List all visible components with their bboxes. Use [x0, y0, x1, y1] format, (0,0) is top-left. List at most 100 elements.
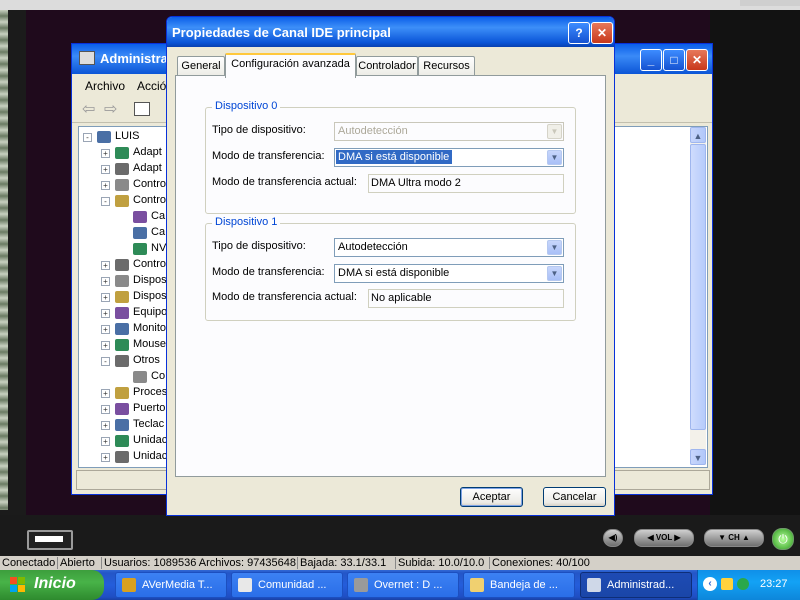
tree-item-label: Contro	[133, 178, 167, 190]
taskbar-button-label: Administrad...	[607, 579, 675, 591]
status-separator	[489, 557, 490, 569]
device-icon	[115, 403, 129, 415]
expand-icon[interactable]: +	[101, 149, 110, 158]
taskbar-button[interactable]: AVerMedia T...	[115, 572, 227, 598]
device-0-mode-label: Modo de transferencia:	[212, 150, 325, 162]
viewer-display-button[interactable]	[27, 530, 73, 550]
scroll-thumb[interactable]	[690, 144, 706, 430]
system-tray: ‹ 23:27	[697, 570, 800, 600]
power-button[interactable]: ⏻	[772, 528, 794, 550]
tab-advanced-settings[interactable]: Configuración avanzada	[225, 53, 356, 78]
tree-item-label: Dispos	[133, 274, 167, 286]
tree-item-label: Dispos	[133, 290, 167, 302]
app-icon	[470, 578, 484, 592]
accept-button[interactable]: Aceptar	[460, 487, 523, 507]
forward-arrow-icon[interactable]: ⇨	[104, 99, 117, 119]
taskbar-button[interactable]: Comunidad ...	[231, 572, 343, 598]
maximize-button[interactable]: □	[663, 49, 685, 71]
viewer-right-panel	[710, 10, 800, 515]
expand-icon[interactable]: +	[101, 261, 110, 270]
device-icon	[115, 259, 129, 271]
back-arrow-icon[interactable]: ⇦	[82, 99, 95, 119]
expand-icon[interactable]: +	[101, 453, 110, 462]
expand-icon[interactable]: +	[101, 181, 110, 190]
expand-icon[interactable]: +	[101, 341, 110, 350]
expand-icon[interactable]: +	[101, 309, 110, 318]
globe-icon[interactable]	[737, 578, 749, 590]
taskbar: Inicio AVerMedia T... Comunidad ... Overne…	[0, 570, 800, 600]
device-icon	[133, 371, 147, 383]
taskbar-button[interactable]: Bandeja de ...	[463, 572, 575, 598]
device-0-current-value: DMA Ultra modo 2	[371, 177, 461, 189]
network-icon[interactable]	[721, 578, 733, 590]
start-button[interactable]: Inicio	[0, 570, 104, 600]
chevron-down-icon[interactable]: ▼	[547, 266, 562, 281]
status-item: Abierto	[60, 557, 95, 569]
device-1-type-select[interactable]: Autodetección ▼	[334, 238, 564, 257]
device-0-group: Dispositivo 0 Tipo de dispositivo: Autod…	[205, 100, 576, 214]
cancel-button[interactable]: Cancelar	[543, 487, 606, 507]
tree-scrollbar[interactable]: ▲ ▼	[690, 127, 706, 465]
taskbar-button[interactable]: Administrad...	[580, 572, 692, 598]
volume-control[interactable]: ◀ VOL ▶	[634, 529, 694, 547]
channel-control[interactable]: ▼ CH ▲	[704, 529, 764, 547]
status-item: Conexiones: 40/100	[492, 557, 590, 569]
dialog-title: Propiedades de Canal IDE principal	[172, 25, 391, 40]
expand-icon[interactable]: +	[101, 293, 110, 302]
chevron-down-icon[interactable]: ▼	[547, 150, 562, 165]
expand-icon[interactable]: +	[101, 325, 110, 334]
collapse-icon[interactable]: -	[101, 357, 110, 366]
expand-icon[interactable]: +	[101, 405, 110, 414]
windows-flag-icon	[10, 577, 25, 592]
expand-icon[interactable]: +	[101, 277, 110, 286]
tree-item-label: Teclac	[133, 418, 165, 430]
device-icon	[115, 451, 129, 463]
minimize-button[interactable]: _	[640, 49, 662, 71]
scroll-down-icon[interactable]: ▼	[690, 449, 706, 465]
device-icon	[97, 131, 111, 143]
taskbar-button[interactable]: Overnet : D ...	[347, 572, 459, 598]
taskbar-button-label: Comunidad ...	[258, 579, 327, 591]
device-0-mode-select[interactable]: DMA si está disponible ▼	[334, 148, 564, 167]
expand-icon[interactable]: +	[101, 437, 110, 446]
mute-button[interactable]: ◀)	[603, 529, 623, 547]
tray-expand-icon[interactable]: ‹	[703, 577, 717, 591]
expand-icon[interactable]: +	[101, 421, 110, 430]
tab-general[interactable]: General	[177, 56, 225, 76]
device-icon	[115, 195, 129, 207]
device-0-mode-value: DMA si está disponible	[336, 150, 453, 164]
collapse-icon[interactable]: -	[101, 197, 110, 206]
tab-panel: Dispositivo 0 Tipo de dispositivo: Autod…	[175, 75, 606, 477]
p2p-status-line: Conectado Abierto Usuarios: 1089536 Archiv…	[0, 556, 800, 570]
tree-item-label: Otros	[133, 354, 160, 366]
menu-accion[interactable]: Acció	[137, 79, 166, 93]
device-1-mode-select[interactable]: DMA si está disponible ▼	[334, 264, 564, 283]
help-button[interactable]: ?	[568, 22, 590, 44]
dialog-titlebar: Propiedades de Canal IDE principal ? ✕	[167, 17, 614, 47]
device-icon	[133, 243, 147, 255]
device-icon	[115, 339, 129, 351]
scroll-up-icon[interactable]: ▲	[690, 127, 706, 143]
menu-archivo[interactable]: Archivo	[85, 79, 125, 93]
close-button[interactable]: ✕	[686, 49, 708, 71]
device-icon	[115, 275, 129, 287]
channel-label: CH	[728, 533, 740, 542]
tree-item-label: Adapt	[133, 162, 162, 174]
console-tree-icon[interactable]	[134, 102, 150, 116]
device-1-mode-value: DMA si está disponible	[338, 267, 450, 279]
tab-driver[interactable]: Controlador	[356, 56, 418, 76]
taskbar-button-label: Bandeja de ...	[490, 579, 558, 591]
tab-resources[interactable]: Recursos	[418, 56, 475, 76]
status-item: Conectado	[2, 557, 56, 569]
expand-icon[interactable]: +	[101, 389, 110, 398]
computer-icon	[79, 51, 95, 65]
tree-item-label: Proces	[133, 386, 168, 398]
start-label: Inicio	[34, 575, 76, 592]
collapse-icon[interactable]: -	[83, 133, 92, 142]
device-icon	[115, 179, 129, 191]
tree-item-label: LUIS	[115, 130, 140, 142]
dialog-close-button[interactable]: ✕	[591, 22, 613, 44]
status-item: Bajada: 33.1/33.1	[300, 557, 387, 569]
chevron-down-icon[interactable]: ▼	[547, 240, 562, 255]
expand-icon[interactable]: +	[101, 165, 110, 174]
